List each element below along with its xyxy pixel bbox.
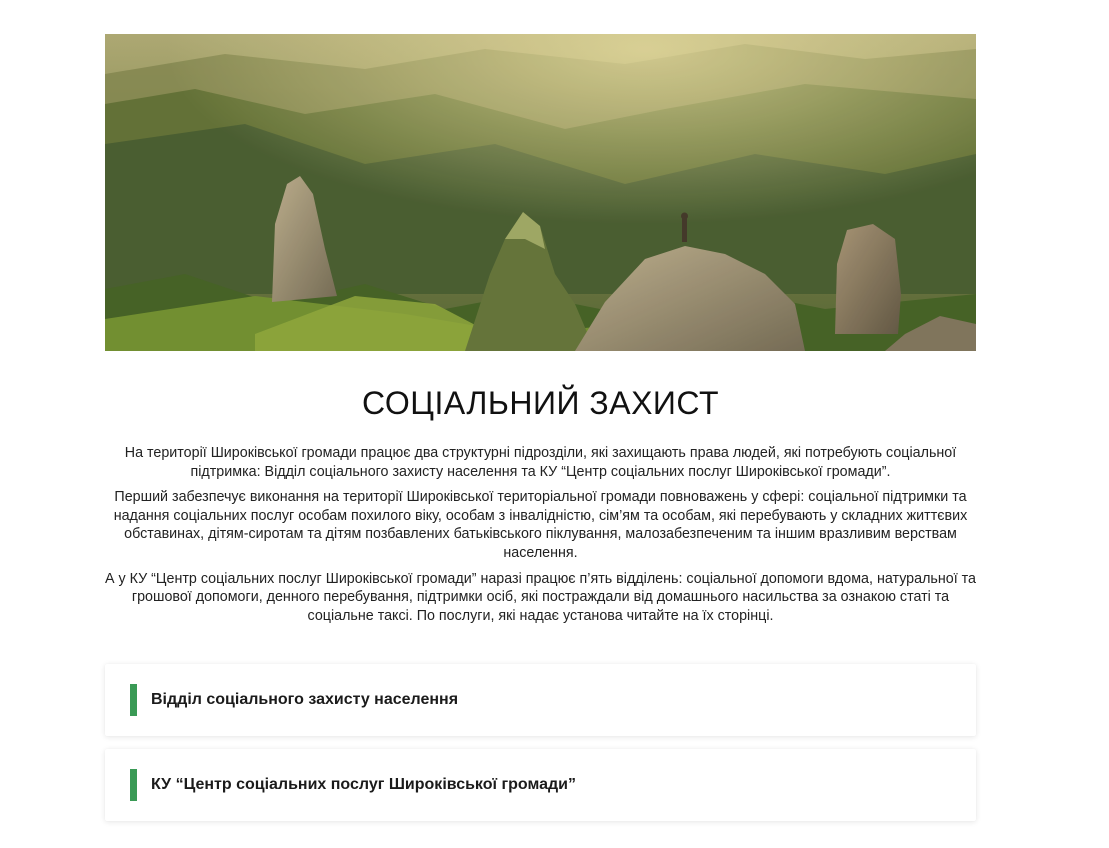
accordion-item-social-services-center[interactable]: КУ “Центр соціальних послуг Широківської… xyxy=(105,749,976,821)
intro-text: На території Широківської громади працює… xyxy=(105,444,976,632)
accordion-item-social-protection-department[interactable]: Відділ соціального захисту населення xyxy=(105,664,976,736)
intro-paragraph: А у КУ “Центр соціальних послуг Широківс… xyxy=(105,570,977,624)
intro-paragraph: На території Широківської громади працює… xyxy=(124,445,957,480)
intro-paragraph: Перший забезпечує виконання на території… xyxy=(113,489,968,561)
accent-bar xyxy=(130,769,137,801)
accordion-item-label: КУ “Центр соціальних послуг Широківської… xyxy=(151,776,576,793)
hero-image xyxy=(105,34,976,351)
mountain-landscape-image xyxy=(105,34,976,351)
accent-bar xyxy=(130,684,137,716)
page-title: СОЦІАЛЬНИЙ ЗАХИСТ xyxy=(361,385,719,421)
accordion-item-label: Відділ соціального захисту населення xyxy=(151,691,459,708)
